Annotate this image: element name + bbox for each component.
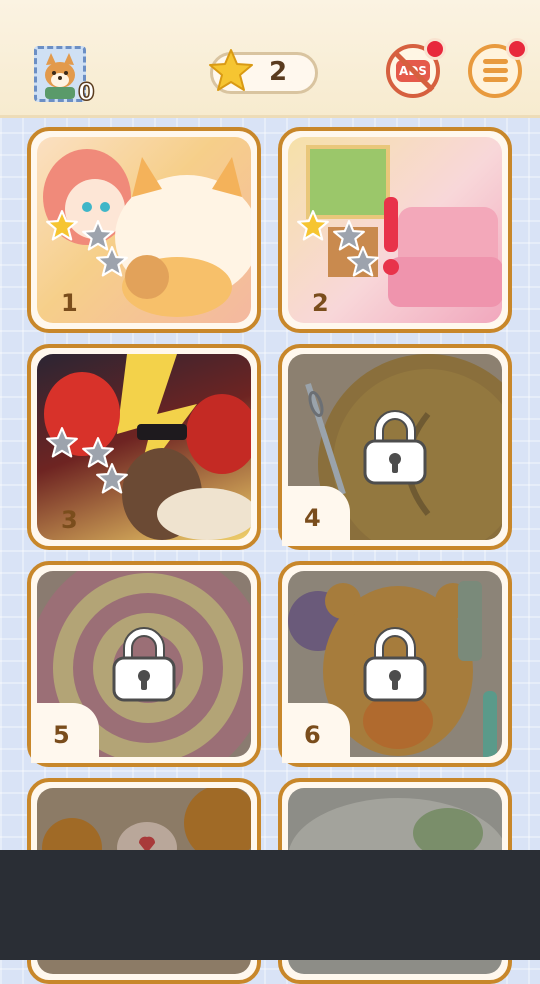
remove-ads-button[interactable]: ADS xyxy=(386,38,446,98)
level-number: 3 xyxy=(61,506,78,534)
star-count: 2 xyxy=(269,57,288,87)
profile-avatar-button[interactable]: 0 xyxy=(34,46,95,107)
notification-dot xyxy=(424,38,446,60)
bottom-system-bar xyxy=(0,850,540,960)
level-card-1[interactable]: 1 xyxy=(27,127,261,333)
level-number: 6 xyxy=(304,721,321,749)
notification-dot xyxy=(506,38,528,60)
star-icon xyxy=(207,47,255,99)
level-number: 5 xyxy=(53,721,70,749)
level-card-5[interactable]: 5 xyxy=(27,561,261,767)
lock-icon xyxy=(363,626,427,702)
level-card-4[interactable]: 4 xyxy=(278,344,512,550)
level-number: 4 xyxy=(304,504,321,532)
star-empty-icon xyxy=(346,245,380,283)
star-earned-icon xyxy=(45,209,79,247)
star-empty-icon xyxy=(95,462,129,500)
level-number-tab: 5 xyxy=(31,703,99,763)
level-card-2[interactable]: 2 xyxy=(278,127,512,333)
level-number-tab: 4 xyxy=(282,486,350,546)
star-earned-icon xyxy=(296,209,330,247)
level-number: 2 xyxy=(312,289,329,317)
level-card-6[interactable]: 6 xyxy=(278,561,512,767)
level-number-tab: 6 xyxy=(282,703,350,763)
menu-button[interactable] xyxy=(468,38,528,98)
lock-icon xyxy=(363,409,427,485)
level-card-3[interactable]: 3 xyxy=(27,344,261,550)
avatar-count: 0 xyxy=(77,77,95,107)
level-number: 1 xyxy=(61,289,78,317)
star-counter: 2 xyxy=(209,49,318,94)
star-empty-icon xyxy=(95,245,129,283)
top-bar: 0 2 ADS xyxy=(0,0,540,115)
level-stars xyxy=(292,205,379,277)
level-stars xyxy=(41,205,128,277)
lock-icon xyxy=(112,626,176,702)
level-stars xyxy=(41,422,128,494)
star-empty-icon xyxy=(45,426,79,464)
